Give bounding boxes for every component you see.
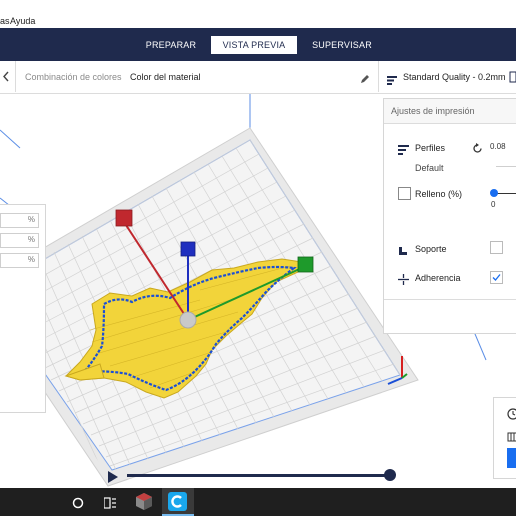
infill-label: Relleno (%) [415,189,463,199]
infill-slider-handle[interactable] [490,189,498,197]
profile-slider-track[interactable] [496,166,516,167]
stage-bar: PREPARAR VISTA PREVIA SUPERVISAR [0,28,516,61]
quality-label[interactable]: Standard Quality - 0.2mm [403,72,506,82]
windows-taskbar [0,488,516,516]
support-icon [398,243,409,255]
quality-icon [387,72,397,85]
infill-value: 0 [491,200,496,209]
menu-bar: as Ayuda [0,0,516,28]
app-cube-icon[interactable] [136,493,152,510]
print-settings-title: Ajustes de impresión [391,106,475,116]
layer-slider-handle[interactable] [384,469,396,481]
tab-preview[interactable]: VISTA PREVIA [211,36,297,54]
back-chevron-icon[interactable] [0,61,16,92]
menu-item-partial[interactable]: as [0,16,10,26]
color-scheme-label: Combinación de colores [25,72,122,82]
left-field-unit-2: % [27,235,35,244]
menu-item-help[interactable]: Ayuda [10,16,35,26]
left-field-unit-1: % [27,215,35,224]
support-checkbox[interactable] [490,241,503,254]
material-icon [507,429,516,442]
left-field-3[interactable]: % [0,253,39,268]
left-field-unit-3: % [27,255,35,264]
print-settings-header: Ajustes de impresión [384,99,516,124]
printer-settings-icon[interactable] [509,70,516,83]
profile-default-label: Default [415,163,444,173]
clock-icon [507,407,516,420]
print-action-panel [493,397,516,479]
cura-icon [168,492,187,511]
layer-slider-track[interactable] [127,474,390,477]
print-settings-panel: Ajustes de impresión Perfiles 0.08 Defau… [383,98,516,334]
profiles-label: Perfiles [415,143,446,153]
header-bar: Combinación de colores Color del materia… [0,61,516,94]
header-divider-2 [378,61,379,92]
tab-monitor[interactable]: SUPERVISAR [308,36,376,54]
task-view-icon[interactable] [103,496,116,509]
edit-pencil-icon[interactable] [360,71,370,83]
adhesion-icon [398,272,409,285]
left-field-2[interactable]: % [0,233,39,248]
color-scheme-value[interactable]: Color del material [130,72,201,82]
layer-height-value: 0.08 [490,142,506,151]
header-divider [15,61,16,92]
support-label: Soporte [415,244,447,254]
viewport-3d[interactable]: % % % Ajustes de impresión Perfiles 0.08… [0,94,516,488]
profiles-icon [398,142,409,155]
tab-prepare[interactable]: PREPARAR [140,36,202,54]
infill-checkbox[interactable] [398,187,411,200]
adhesion-label: Adherencia [415,273,461,283]
save-to-disk-button[interactable] [507,448,516,468]
left-field-1[interactable]: % [0,213,39,228]
reset-icon[interactable] [472,141,483,153]
cura-taskbar-button[interactable] [162,488,194,516]
search-circle-icon[interactable] [72,496,84,509]
adhesion-checkbox[interactable] [490,271,503,284]
play-icon[interactable] [108,470,118,483]
panel-footer-divider [384,299,516,300]
